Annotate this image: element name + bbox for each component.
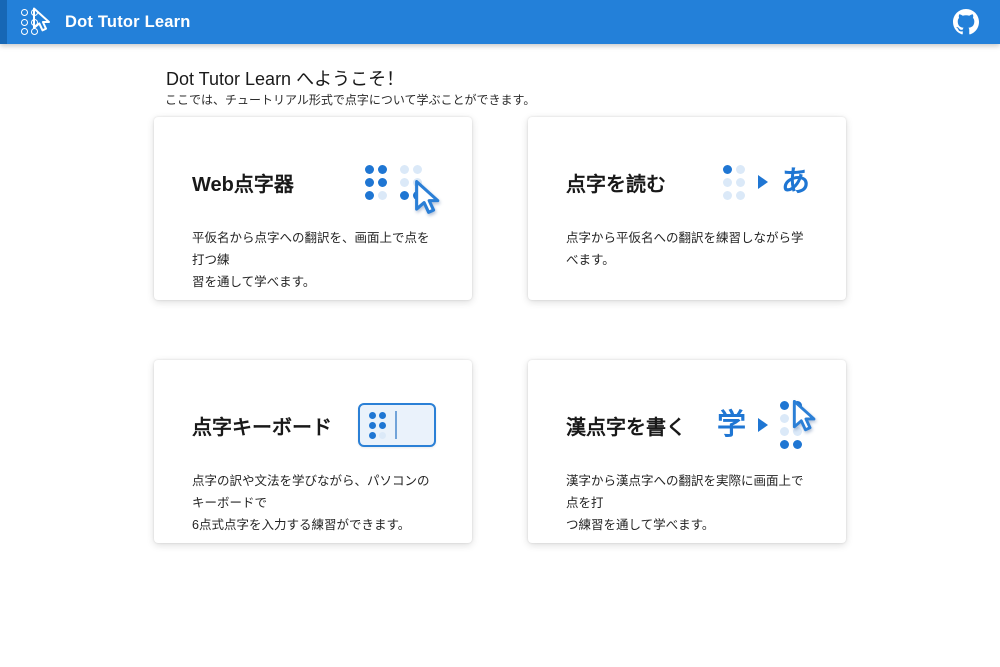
- tutorial-cards-grid: Web点字器 平仮名から点字への翻訳を、画面上で点を打つ練 習を通して学べます。…: [154, 117, 846, 543]
- app-logo[interactable]: [21, 7, 53, 37]
- braille-cell-icon: [365, 165, 387, 200]
- text-caret-icon: [395, 411, 397, 439]
- braille-to-kana-icon: あ: [723, 165, 810, 200]
- card-write-kanji-braille[interactable]: 漢点字を書く 学 漢字から漢点字への翻訳を実際に画面上で点を打 つ練習を通して学…: [528, 360, 846, 543]
- braille-input-box-icon: [358, 403, 436, 447]
- app-title: Dot Tutor Learn: [65, 13, 191, 32]
- kanji-to-braille-cursor-icon: 学: [717, 401, 802, 449]
- card-read-braille[interactable]: 点字を読む あ 点字から平仮名への翻訳を練習しながら学べます。: [528, 117, 846, 300]
- play-triangle-icon: [758, 418, 768, 432]
- braille-cells-cursor-icon: [365, 165, 422, 200]
- github-link[interactable]: [953, 9, 979, 35]
- card-web-braille-writer[interactable]: Web点字器 平仮名から点字への翻訳を、画面上で点を打つ練 習を通して学べます。: [154, 117, 472, 300]
- header-accent-stripe: [0, 0, 7, 44]
- braille-cell-icon: [723, 165, 745, 200]
- play-triangle-icon: [758, 175, 768, 189]
- braille-cell-icon: [369, 412, 386, 439]
- card-braille-keyboard[interactable]: 点字キーボード 点字の訳や文法を学びながら、パソコンのキーボードで 6点式点字を…: [154, 360, 472, 543]
- card-description: 平仮名から点字への翻訳を、画面上で点を打つ練 習を通して学べます。: [192, 228, 436, 294]
- page-subtitle: ここでは、チュートリアル形式で点字について学ぶことができます。: [165, 91, 535, 108]
- card-title: 点字を読む: [566, 168, 666, 197]
- cursor-logo-icon: [30, 7, 52, 34]
- card-description: 漢字から漢点字への翻訳を実際に画面上で点を打 つ練習を通して学べます。: [566, 471, 810, 537]
- card-title: 漢点字を書く: [566, 411, 686, 440]
- cursor-icon: [411, 180, 442, 217]
- page-title: Dot Tutor Learn へようこそ！: [166, 65, 404, 91]
- card-title: 点字キーボード: [192, 411, 332, 440]
- card-description: 点字の訳や文法を学びながら、パソコンのキーボードで 6点式点字を入力する練習がで…: [192, 471, 436, 537]
- app-header: Dot Tutor Learn: [0, 0, 1000, 44]
- github-icon: [953, 9, 979, 35]
- card-description: 点字から平仮名への翻訳を練習しながら学べます。: [566, 228, 810, 272]
- card-title: Web点字器: [192, 168, 294, 197]
- kanji-sample: 学: [717, 411, 746, 440]
- cursor-icon: [789, 400, 818, 434]
- kana-sample: あ: [781, 168, 810, 197]
